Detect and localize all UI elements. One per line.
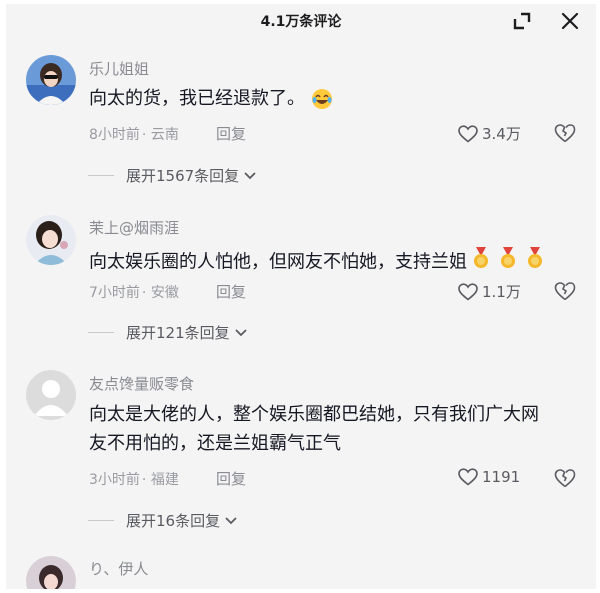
expand-replies-label: 展开1567条回复 (126, 167, 240, 185)
avatar[interactable] (26, 370, 76, 420)
broken-heart-icon[interactable] (554, 122, 576, 144)
reply-button[interactable]: 回复 (216, 123, 246, 144)
reply-button[interactable]: 回复 (216, 468, 246, 489)
comment-meta: 7小时前 · 安徽 (89, 282, 179, 302)
comment-text-line: 向太是大佬的人，整个娱乐圈都巴结她，只有我们广大网 (89, 404, 539, 425)
comments-panel: 4.1万条评论 乐儿姐姐 向太的货，我已经退款了。 8小时前 · 云南 回复 3… (6, 4, 596, 589)
like-button[interactable]: 1.1万 (458, 281, 521, 302)
comment-text-content: 向太娱乐圈的人怕他，但网友不怕她，支持兰姐 (89, 251, 467, 273)
comment-username[interactable]: 乐儿姐姐 (89, 58, 149, 79)
comment-time: 3小时前 (89, 472, 140, 488)
avatar[interactable] (26, 215, 76, 265)
chevron-down-icon (244, 171, 256, 179)
comment-time: 8小时前 (89, 127, 140, 143)
avatar[interactable] (26, 556, 76, 589)
comment-text: 向太的货，我已经退款了。 (89, 84, 559, 113)
expand-replies-button[interactable]: 展开121条回复 (88, 322, 248, 343)
expand-icon[interactable] (511, 10, 533, 32)
comment-count-title: 4.1万条评论 (260, 14, 342, 30)
heart-icon (458, 282, 478, 301)
comment-text: 向太是大佬的人，整个娱乐圈都巴结她，只有我们广大网 友不用怕的，还是兰姐霸气正气 (89, 400, 559, 458)
comment-location: · 安徽 (141, 285, 179, 301)
comment-text-line: 友不用怕的，还是兰姐霸气正气 (89, 433, 341, 454)
like-count: 1191 (482, 468, 521, 486)
comments-header: 4.1万条评论 (6, 4, 596, 42)
heart-icon (458, 124, 478, 143)
comment-username[interactable]: 茉上@烟雨涯 (89, 217, 179, 238)
like-button[interactable]: 3.4万 (458, 123, 521, 144)
expand-replies-label: 展开121条回复 (126, 324, 230, 342)
comment-username[interactable]: り、伊人 (89, 558, 148, 579)
like-count: 3.4万 (482, 125, 521, 143)
comment-time: 7小时前 (89, 285, 140, 301)
chevron-down-icon (235, 328, 247, 336)
laughing-crying-emoji-icon (311, 89, 332, 109)
comment-username[interactable]: 友点馋量贩零食 (89, 373, 194, 394)
comments-screen: 4.1万条评论 乐儿姐姐 向太的货，我已经退款了。 8小时前 · 云南 回复 3… (0, 0, 600, 593)
avatar[interactable] (26, 55, 76, 105)
comment-location: · 福建 (141, 472, 179, 488)
expand-replies-button[interactable]: 展开16条回复 (88, 510, 238, 531)
divider-line (88, 175, 114, 176)
heart-icon (458, 468, 478, 486)
like-count: 1.1万 (482, 283, 521, 301)
close-icon[interactable] (559, 10, 581, 32)
broken-heart-icon[interactable] (554, 280, 576, 302)
medal-emoji-icon (473, 246, 549, 279)
comment-text: 向太娱乐圈的人怕他，但网友不怕她，支持兰姐 (89, 246, 559, 279)
divider-line (88, 332, 114, 333)
reply-button[interactable]: 回复 (216, 281, 246, 302)
expand-replies-button[interactable]: 展开1567条回复 (88, 165, 257, 186)
broken-heart-icon[interactable] (554, 467, 576, 489)
comment-meta: 8小时前 · 云南 (89, 124, 179, 144)
comment-location: · 云南 (141, 127, 179, 143)
comment-meta: 3小时前 · 福建 (89, 469, 179, 489)
chevron-down-icon (225, 516, 237, 524)
expand-replies-label: 展开16条回复 (126, 512, 221, 530)
divider-line (88, 520, 114, 521)
like-button[interactable]: 1191 (458, 468, 520, 486)
comment-text-content: 向太的货，我已经退款了。 (89, 88, 305, 109)
